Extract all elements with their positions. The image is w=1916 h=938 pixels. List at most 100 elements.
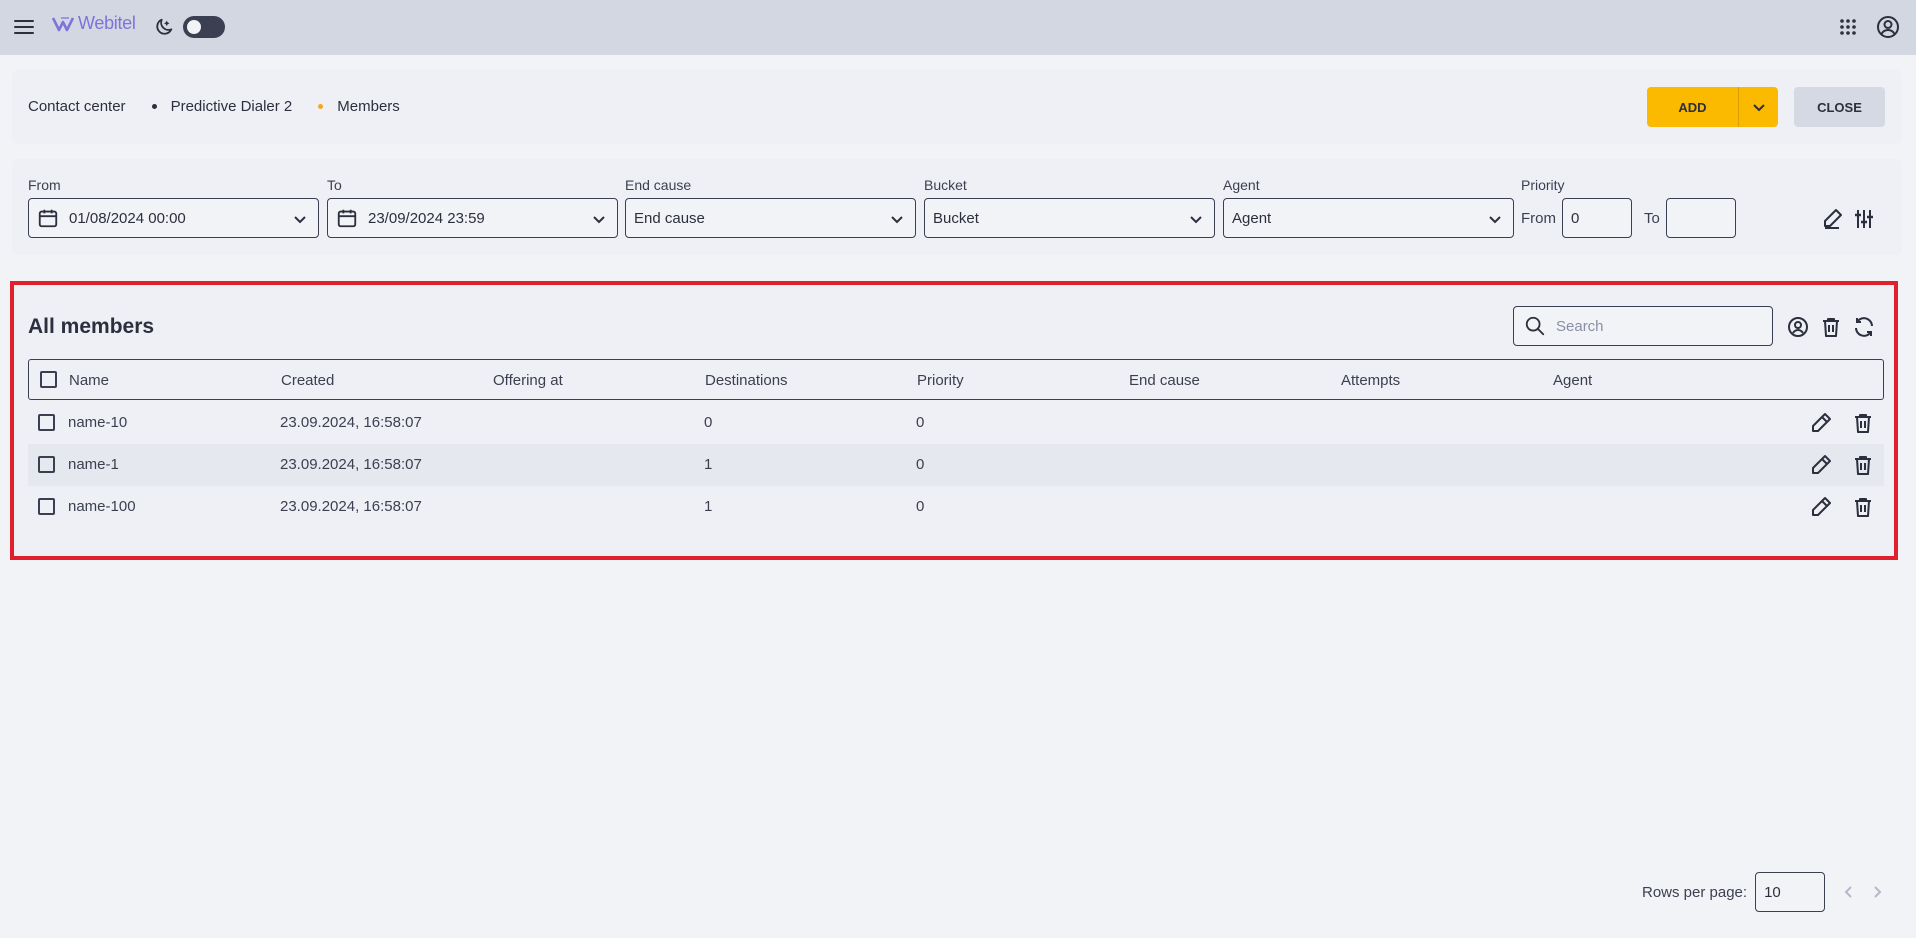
end-cause-select[interactable]: End cause	[625, 198, 916, 238]
chevron-down-icon	[1752, 104, 1765, 112]
cell-created: 23.09.2024, 16:58:07	[280, 498, 422, 515]
filter-agent-label: Agent	[1223, 177, 1260, 193]
cell-priority: 0	[916, 414, 925, 431]
from-date-value: 01/08/2024 00:00	[69, 209, 186, 227]
cell-name: name-10	[68, 414, 128, 431]
cell-destinations: 1	[704, 498, 713, 515]
cell-created: 23.09.2024, 16:58:07	[280, 414, 422, 431]
previous-page-icon[interactable]	[1839, 882, 1859, 902]
members-title: All members	[28, 315, 155, 338]
edit-pencil-icon[interactable]	[1809, 453, 1833, 477]
next-page-icon[interactable]	[1867, 882, 1887, 902]
filter-bucket-label: Bucket	[924, 177, 967, 193]
delete-trash-icon[interactable]	[1851, 453, 1875, 477]
rows-per-page-select[interactable]: 10	[1755, 872, 1826, 912]
column-header-destinations[interactable]: Destinations	[705, 372, 788, 389]
cell-created: 23.09.2024, 16:58:07	[280, 456, 422, 473]
filter-agent: Agent Agent	[1223, 177, 1514, 238]
filter-from-label: From	[28, 177, 61, 193]
row-checkbox[interactable]	[38, 456, 55, 473]
breadcrumb-members: Members	[337, 98, 400, 115]
filter-to-label: To	[327, 177, 342, 193]
column-header-attempts[interactable]: Attempts	[1341, 372, 1400, 389]
end-cause-value: End cause	[634, 209, 705, 227]
breadcrumb: Contact center Predictive Dialer 2 Membe…	[28, 98, 400, 115]
add-button[interactable]: ADD	[1647, 87, 1738, 127]
calendar-icon	[38, 209, 58, 228]
reset-members-icon[interactable]	[1786, 315, 1810, 339]
filter-end-cause-label: End cause	[625, 177, 692, 193]
to-date-picker[interactable]: 23/09/2024 23:59	[327, 198, 618, 238]
column-header-agent[interactable]: Agent	[1553, 372, 1592, 389]
priority-from-input[interactable]	[1562, 198, 1632, 238]
table-row[interactable]: name-1 23.09.2024, 16:58:07 1 0	[28, 444, 1884, 486]
priority-to-input[interactable]	[1665, 198, 1736, 238]
row-checkbox[interactable]	[38, 498, 55, 515]
webitel-logo-icon	[52, 16, 74, 31]
table-row[interactable]: name-100 23.09.2024, 16:58:07 1 0	[28, 486, 1884, 528]
search-field[interactable]	[1513, 306, 1773, 346]
pagination: Rows per page: 10	[1642, 872, 1887, 912]
account-icon[interactable]	[1875, 14, 1901, 40]
chevron-down-icon	[891, 216, 903, 224]
breadcrumb-separator	[151, 104, 157, 109]
table-header: Name Created Offering at Destinations Pr…	[28, 359, 1884, 400]
column-header-name[interactable]: Name	[69, 372, 109, 389]
filter-settings-icon[interactable]	[1852, 207, 1876, 231]
hamburger-menu-icon[interactable]	[12, 15, 36, 39]
agent-select[interactable]: Agent	[1223, 198, 1514, 238]
close-button[interactable]: CLOSE	[1794, 87, 1885, 127]
add-dropdown-button[interactable]	[1738, 87, 1778, 127]
table-body-area	[12, 570, 1902, 928]
cell-priority: 0	[916, 498, 925, 515]
column-header-priority[interactable]: Priority	[917, 372, 964, 389]
calendar-icon	[337, 209, 357, 228]
filter-end-cause: End cause End cause	[625, 177, 916, 238]
from-date-picker[interactable]: 01/08/2024 00:00	[28, 198, 319, 238]
breadcrumb-contact-center[interactable]: Contact center	[28, 98, 126, 115]
column-header-end-cause[interactable]: End cause	[1129, 372, 1200, 389]
filters-panel: From 01/08/2024 00:00 To 23/09/2024 23:5…	[12, 159, 1902, 255]
clear-filters-icon[interactable]	[1820, 207, 1844, 231]
search-icon	[1525, 316, 1545, 336]
priority-to-label: To	[1644, 209, 1660, 227]
moon-icon	[153, 16, 175, 38]
apps-grid-icon[interactable]	[1837, 16, 1859, 38]
logo-text: Webitel	[78, 13, 136, 33]
chevron-down-icon	[1489, 216, 1501, 224]
delete-trash-icon[interactable]	[1851, 411, 1875, 435]
cell-priority: 0	[916, 456, 925, 473]
column-header-created[interactable]: Created	[281, 372, 334, 389]
edit-pencil-icon[interactable]	[1809, 495, 1833, 519]
delete-trash-icon[interactable]	[1851, 495, 1875, 519]
table-row[interactable]: name-10 23.09.2024, 16:58:07 0 0	[28, 402, 1884, 444]
filter-priority-label: Priority	[1521, 177, 1565, 193]
priority-from-label: From	[1521, 209, 1556, 227]
rows-per-page-label: Rows per page:	[1642, 883, 1748, 901]
breadcrumb-predictive-dialer[interactable]: Predictive Dialer 2	[171, 98, 293, 115]
bucket-select[interactable]: Bucket	[924, 198, 1215, 238]
breadcrumb-separator-active	[318, 104, 324, 109]
delete-all-icon[interactable]	[1819, 315, 1843, 339]
cell-destinations: 1	[704, 456, 713, 473]
filter-priority: Priority From To	[1521, 177, 1751, 238]
search-input[interactable]	[1556, 317, 1756, 335]
members-table-card: All members Name Created Offering at Des…	[10, 281, 1898, 560]
select-all-checkbox[interactable]	[40, 371, 57, 388]
chevron-down-icon	[593, 216, 605, 224]
edit-pencil-icon[interactable]	[1809, 411, 1833, 435]
chevron-down-icon	[1190, 216, 1202, 224]
priority-range: From To	[1521, 198, 1751, 238]
webitel-logo[interactable]: Webitel	[52, 13, 136, 34]
agent-value: Agent	[1232, 209, 1272, 227]
row-checkbox[interactable]	[38, 414, 55, 431]
chevron-down-icon	[294, 216, 306, 224]
toggle-knob	[187, 20, 201, 34]
bucket-value: Bucket	[933, 209, 979, 227]
column-header-offering-at[interactable]: Offering at	[493, 372, 563, 389]
filter-bucket: Bucket Bucket	[924, 177, 1215, 238]
filter-from: From 01/08/2024 00:00	[28, 177, 319, 238]
refresh-icon[interactable]	[1852, 315, 1876, 339]
dark-mode-toggle[interactable]	[183, 16, 225, 38]
add-button-group: ADD	[1647, 87, 1778, 127]
